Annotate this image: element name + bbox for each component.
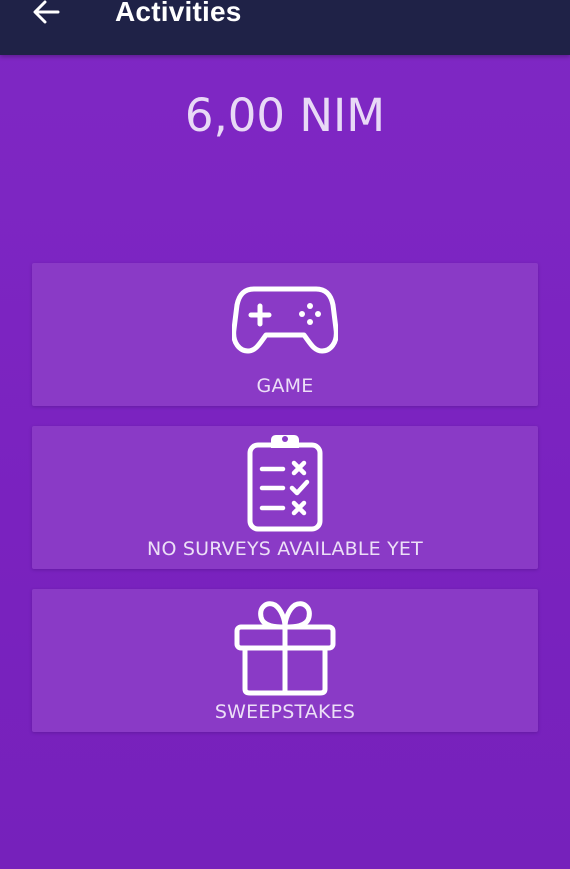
app-bar: Activities	[0, 0, 570, 55]
balance-display: 6,00 NIM	[184, 89, 386, 142]
gamepad-icon	[32, 283, 538, 355]
back-button[interactable]	[26, 0, 66, 30]
sweepstakes-card[interactable]: SWEEPSTAKES	[32, 589, 538, 732]
page-title: Activities	[115, 0, 242, 27]
surveys-label: NO SURVEYS AVAILABLE YET	[147, 538, 423, 560]
clipboard-checklist-icon	[32, 431, 538, 533]
activities-screen: Activities 6,00 NIM GAME NO SURVEYS AVAI…	[0, 0, 570, 869]
arrow-back-icon	[31, 0, 61, 25]
sweepstakes-label: SWEEPSTAKES	[214, 701, 356, 723]
game-label: GAME	[256, 375, 314, 397]
game-card[interactable]: GAME	[32, 263, 538, 406]
surveys-card[interactable]: NO SURVEYS AVAILABLE YET	[32, 426, 538, 569]
gift-icon	[32, 597, 538, 697]
